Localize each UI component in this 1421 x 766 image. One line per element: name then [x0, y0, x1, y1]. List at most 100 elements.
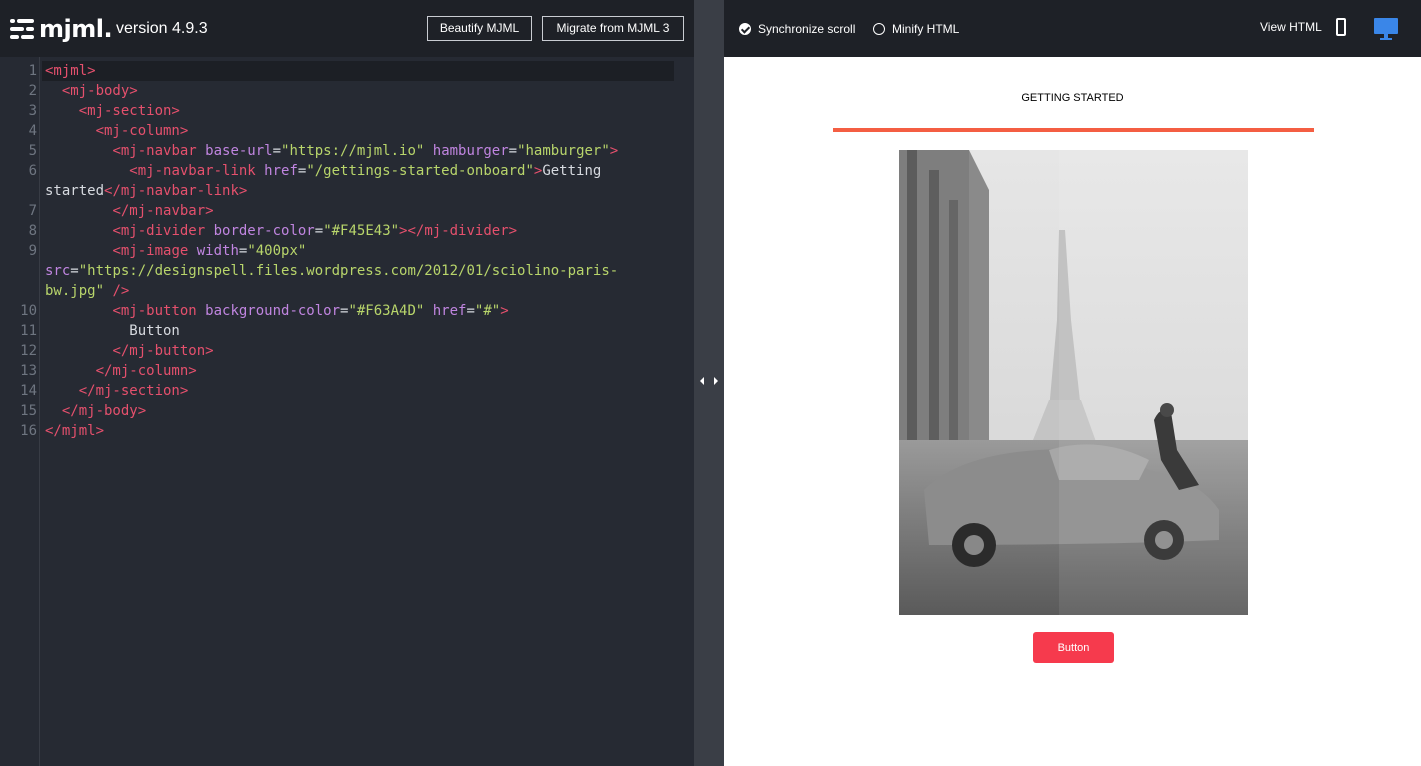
code-token: "/gettings-started-onboard"	[306, 163, 534, 179]
code-content[interactable]: 1 <mjml> 2 <mj-body> 3 <mj-section> 4 <mj-co…	[20, 61, 685, 441]
code-line[interactable]: src="https://designspell.files.wordpress…	[45, 261, 685, 281]
code-token: started	[45, 183, 105, 199]
code-line[interactable]: 15 </mj-body>	[20, 401, 685, 421]
code-token: </mj-body>	[61, 403, 147, 419]
code-line[interactable]: 14 </mj-section>	[20, 381, 685, 401]
code-token: />	[112, 283, 130, 299]
line-number: 4	[28, 123, 37, 139]
code-line[interactable]: 5 <mj-navbar base-url="https://mjml.io" …	[29, 141, 685, 161]
pane-splitter[interactable]	[694, 0, 724, 766]
splitter-arrows-icon[interactable]	[694, 376, 724, 388]
line-number: 15	[20, 403, 37, 419]
sync-scroll-label: Synchronize scroll	[758, 22, 856, 36]
code-token: </mj-navbar-link>	[104, 183, 248, 199]
code-token: </mj-navbar>	[112, 203, 214, 219]
code-token: =	[314, 223, 324, 239]
minify-html-option[interactable]: Minify HTML	[873, 22, 959, 36]
code-line[interactable]: 1 <mjml>	[29, 61, 685, 81]
line-number: 13	[20, 363, 37, 379]
code-token: Getting	[542, 163, 602, 179]
code-token: hamburger	[432, 143, 509, 159]
code-token: <mj-divider	[112, 223, 214, 239]
code-token: <mj-image	[112, 243, 197, 259]
line-number: 1	[28, 63, 37, 79]
code-token: </mj-button>	[112, 343, 214, 359]
line-number: 2	[28, 83, 37, 99]
code-line[interactable]: 10 <mj-button background-color = "#F63A4D"…	[20, 301, 685, 321]
code-token: border-color	[213, 223, 315, 239]
email-preview: GETTING STARTED Button	[724, 57, 1421, 766]
sync-scroll-check-icon[interactable]	[739, 23, 751, 35]
line-number: 11	[20, 323, 37, 339]
preview-toolbar: Synchronize scroll Minify HTML View HTML	[724, 0, 1421, 57]
code-token: =	[508, 143, 518, 159]
editor-toolbar: mjml. version 4.9.3 Beautify MJML Migrat…	[0, 0, 694, 57]
mjml-logo-icon	[10, 19, 34, 39]
code-line[interactable]: 6 <mj-navbar-link href="/gettings-starte…	[29, 161, 685, 181]
desktop-view-icon[interactable]	[1373, 17, 1399, 41]
code-token: base-url	[205, 143, 273, 159]
code-token: src	[45, 263, 71, 279]
beautify-mjml-button[interactable]: Beautify MJML	[427, 16, 532, 41]
code-line[interactable]: 8 <mj-divider border-color="#F45E43"></m…	[29, 221, 685, 241]
code-line[interactable]: started</mj-navbar-link>	[45, 181, 685, 201]
code-line[interactable]: 11 Button	[20, 321, 685, 341]
line-number: 14	[20, 383, 37, 399]
code-token: <mj-column>	[95, 123, 189, 139]
version-label: version 4.9.3	[116, 20, 208, 37]
navbar-link-getting-started[interactable]: GETTING STARTED	[724, 92, 1421, 104]
preview-pane: Synchronize scroll Minify HTML View HTML…	[724, 0, 1421, 766]
code-line[interactable]: 16 </mjml>	[20, 421, 685, 441]
code-line[interactable]: 9 <mj-image width="400px"	[29, 241, 685, 261]
code-token: <mj-button	[112, 303, 206, 319]
line-number: 6	[28, 163, 37, 179]
code-line[interactable]: 2 <mj-body>	[29, 81, 685, 101]
code-token: ></mj-divider>	[399, 223, 518, 239]
mobile-view-icon[interactable]	[1336, 18, 1346, 36]
email-divider	[833, 128, 1314, 132]
code-line[interactable]: 12 </mj-button>	[20, 341, 685, 361]
code-token: "https://mjml.io"	[281, 143, 425, 159]
code-token: >	[609, 143, 619, 159]
code-token: href	[432, 303, 467, 319]
code-token: <mj-navbar-link	[129, 163, 265, 179]
minify-html-label: Minify HTML	[892, 22, 960, 36]
code-line[interactable]: bw.jpg" />	[45, 281, 685, 301]
code-line[interactable]: 13 </mj-column>	[20, 361, 685, 381]
line-number: 9	[28, 243, 37, 259]
email-cta-button[interactable]: Button	[1033, 632, 1114, 663]
migrate-mjml3-button[interactable]: Migrate from MJML 3	[542, 16, 684, 41]
logo-text: mjml.	[39, 15, 113, 43]
code-token: "hamburger"	[517, 143, 610, 159]
view-html-link[interactable]: View HTML	[1260, 20, 1322, 34]
code-token: "400px"	[247, 243, 307, 259]
mjml-logo[interactable]: mjml.	[10, 15, 113, 43]
code-token: bw.jpg"	[45, 283, 105, 299]
code-token: </mj-column>	[95, 363, 197, 379]
code-editor[interactable]: 1 <mjml> 2 <mj-body> 3 <mj-section> 4 <mj-co…	[0, 57, 694, 766]
code-token: =	[466, 303, 475, 319]
code-line[interactable]: 4 <mj-column>	[29, 121, 685, 141]
minify-radio-icon[interactable]	[873, 23, 885, 35]
line-number: 16	[20, 423, 37, 439]
line-number: 3	[28, 103, 37, 119]
code-line[interactable]: 7 </mj-navbar>	[29, 201, 685, 221]
code-line[interactable]: 3 <mj-section>	[29, 101, 685, 121]
code-token: <mj-section>	[78, 103, 180, 119]
code-token: "#F63A4D"	[348, 303, 425, 319]
code-token: width	[196, 243, 239, 259]
line-number: 12	[20, 343, 37, 359]
code-token: "https://designspell.files.wordpress.com…	[78, 263, 619, 279]
code-token: <mj-navbar	[112, 143, 206, 159]
sync-scroll-option[interactable]: Synchronize scroll	[739, 22, 855, 36]
